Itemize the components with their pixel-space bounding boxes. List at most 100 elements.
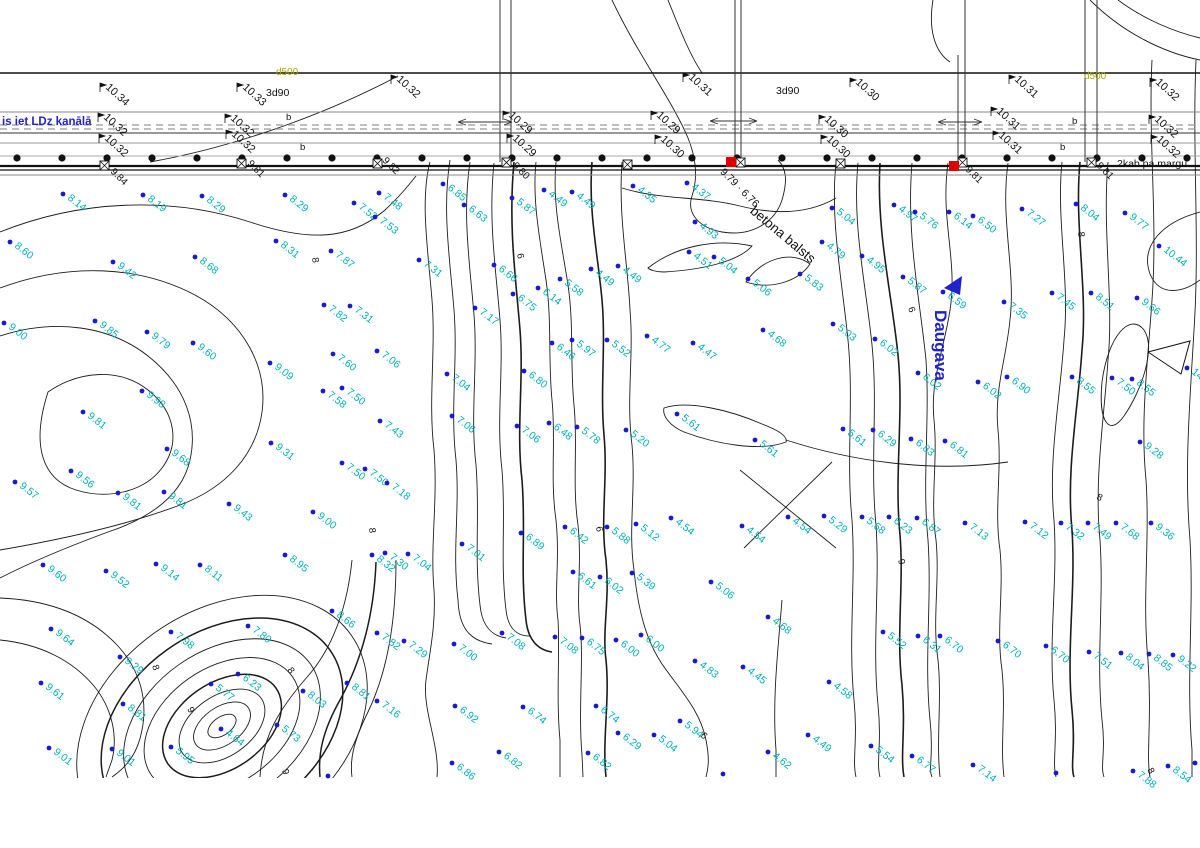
survey-point-label: 6.23	[891, 515, 915, 537]
survey-point-label: 6.29	[620, 731, 644, 753]
survey-point	[378, 419, 383, 424]
pipe-3d90-label: 3d90	[776, 85, 799, 97]
survey-point	[275, 723, 280, 728]
survey-point-label: 6.83	[913, 437, 937, 459]
survey-point-label: 9.56	[73, 469, 97, 491]
survey-point-label: 5.39	[634, 571, 658, 593]
survey-point-label: 8.31	[278, 239, 302, 261]
survey-point	[1087, 650, 1092, 655]
track-elevation-label: 10.33	[240, 81, 268, 108]
survey-point	[191, 341, 196, 346]
railing-post-dot	[598, 154, 605, 161]
survey-point	[669, 516, 674, 521]
survey-point	[345, 681, 350, 686]
survey-point	[614, 638, 619, 643]
survey-point-label: 8.60	[12, 240, 36, 262]
survey-point-label: 7.60	[335, 352, 359, 374]
survey-point-label: 6.89	[523, 531, 547, 553]
survey-point-label: 5.04	[656, 733, 680, 755]
survey-point	[93, 319, 98, 324]
survey-point-label: 4.58	[831, 680, 855, 702]
survey-point-label: 9.09	[272, 361, 296, 383]
survey-point-label: 9.28	[1142, 440, 1166, 462]
survey-point	[383, 551, 388, 556]
survey-point	[515, 424, 520, 429]
survey-point	[69, 469, 74, 474]
survey-point-label: 5.03	[835, 322, 859, 344]
survey-point-label: 5.52	[609, 338, 633, 360]
survey-point	[550, 341, 555, 346]
contour-line	[1098, 162, 1110, 777]
survey-point	[227, 502, 232, 507]
survey-point	[200, 194, 205, 199]
survey-point	[678, 719, 683, 724]
survey-point	[575, 425, 580, 430]
contour-line	[612, 0, 785, 233]
survey-point-label: 9.22	[1175, 653, 1199, 675]
survey-point	[916, 634, 921, 639]
survey-point	[909, 437, 914, 442]
survey-point	[47, 746, 52, 751]
survey-point-label: 8.68	[197, 255, 221, 277]
survey-point	[860, 515, 865, 520]
survey-point-label: 4.54	[744, 524, 768, 546]
survey-point	[417, 258, 422, 263]
survey-point	[871, 428, 876, 433]
survey-point-label: 6.29	[875, 428, 899, 450]
survey-point-label: 6.70	[1000, 639, 1024, 661]
survey-point	[1147, 652, 1152, 657]
survey-point	[1149, 521, 1154, 526]
contour-line	[1052, 162, 1065, 777]
survey-point-label: 5.61	[757, 438, 781, 460]
survey-point	[375, 699, 380, 704]
contour-line	[931, 0, 950, 62]
survey-point	[331, 352, 336, 357]
survey-point-label: 9.43	[231, 502, 255, 524]
survey-point-label: 7.08	[557, 635, 581, 657]
survey-point	[822, 514, 827, 519]
survey-point-label: 9.42	[115, 260, 139, 282]
cable-note-label: 2kab pa margu	[1117, 158, 1187, 170]
survey-point	[740, 524, 745, 529]
survey-point-label: 8.81	[349, 681, 373, 703]
survey-point	[219, 727, 224, 732]
survey-point-label: 9.14	[158, 562, 182, 584]
survey-point	[580, 636, 585, 641]
survey-point	[522, 369, 527, 374]
contour-line	[425, 162, 437, 777]
survey-point-label: 8.51	[1093, 291, 1117, 313]
survey-point-label: 7.12	[1027, 520, 1051, 542]
survey-point-label: 6.92	[457, 704, 481, 726]
survey-map-canvas: 10.3410.3310.3210.3110.3010.3110.3210.32…	[0, 0, 1200, 848]
survey-point	[869, 744, 874, 749]
survey-point-label: 7.00	[456, 642, 480, 664]
track-elevation-label: 10.32	[1153, 76, 1181, 103]
survey-point	[445, 372, 450, 377]
survey-point	[1119, 651, 1124, 656]
survey-point-label: 5.61	[845, 427, 869, 449]
survey-point-label: 5.97	[574, 338, 598, 360]
contour-elevation-label: 8	[1095, 492, 1104, 504]
survey-point-label: 5.68	[864, 515, 888, 537]
contour-elevation-label: 8	[366, 527, 377, 533]
survey-point-label: 4.54	[790, 515, 814, 537]
survey-point	[841, 427, 846, 432]
red-square-marker	[949, 161, 959, 171]
drawing-cutoff	[0, 778, 1200, 848]
survey-point	[996, 639, 1001, 644]
survey-point	[377, 191, 382, 196]
survey-point	[687, 250, 692, 255]
survey-point	[193, 255, 198, 260]
survey-point-label: 8.55	[1134, 377, 1158, 399]
survey-point	[385, 481, 390, 486]
survey-point-label: 7.68	[1118, 521, 1142, 543]
survey-point	[1130, 377, 1135, 382]
survey-point	[500, 631, 505, 636]
survey-point-label: 9.77	[1127, 211, 1151, 233]
survey-point	[941, 290, 946, 295]
survey-point-label: 6.77	[914, 754, 938, 776]
survey-point	[1114, 521, 1119, 526]
survey-point	[675, 412, 680, 417]
survey-point-label: 5.58	[562, 277, 586, 299]
survey-point-label: 5.77	[213, 682, 237, 704]
